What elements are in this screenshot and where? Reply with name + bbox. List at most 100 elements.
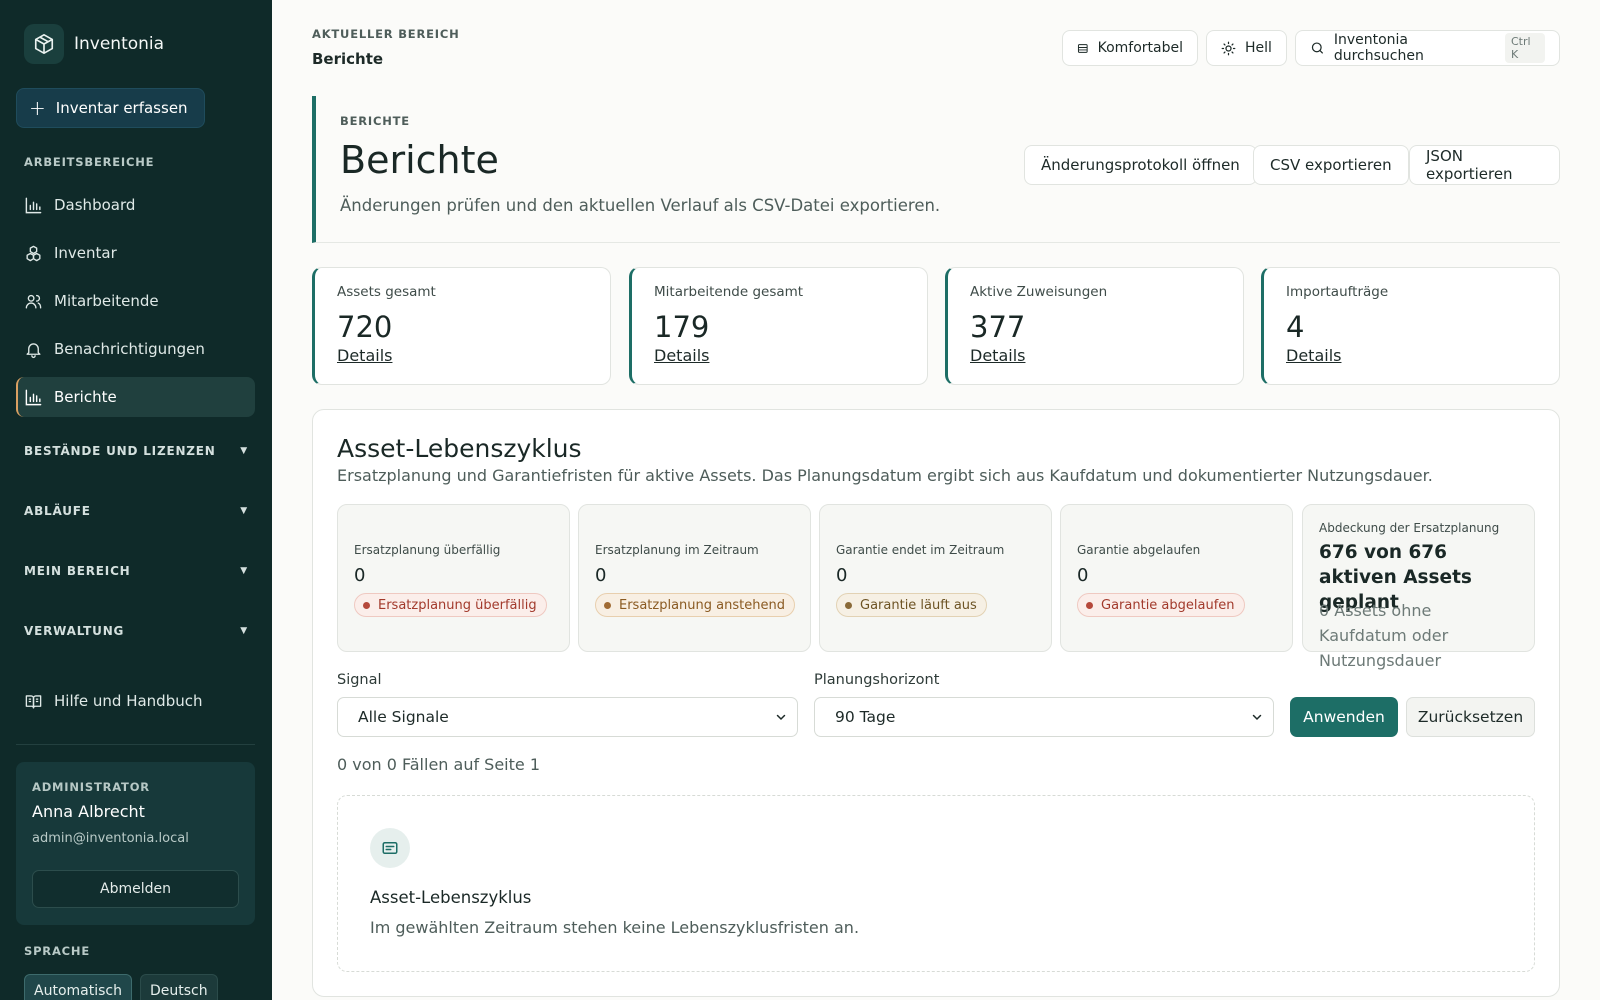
badge-label: Ersatzplanung überfällig [378,597,537,613]
stat-details-link[interactable]: Details [337,346,392,365]
open-changelog-button[interactable]: Änderungsprotokoll öffnen [1024,145,1257,185]
stat-label: Assets gesamt [337,284,436,300]
kpi-value: 0 [354,565,366,586]
group-my-area[interactable]: MEIN BEREICH ▼ [24,564,248,578]
reset-button[interactable]: Zurücksetzen [1406,697,1535,737]
bar-chart-icon [25,197,42,213]
caret-down-icon: ▼ [240,626,248,636]
bell-icon [26,342,41,358]
layout-rows-icon [1077,43,1088,53]
sidebar-item-label: Mitarbeitende [54,292,159,310]
apply-button[interactable]: Anwenden [1290,697,1398,737]
language-german[interactable]: Deutsch [139,974,218,1000]
sidebar-divider [16,744,255,745]
sidebar-item-label: Hilfe und Handbuch [54,692,203,710]
sidebar-item-help[interactable]: Hilfe und Handbuch [16,681,255,721]
empty-state-description: Im gewählten Zeitraum stehen keine Leben… [370,918,860,937]
empty-state: Asset-Lebenszyklus Im gewählten Zeitraum… [337,795,1535,972]
kpi-label: Garantie endet im Zeitraum [836,543,1005,557]
caret-down-icon: ▼ [240,446,248,456]
page-header: BERICHTE Berichte Änderungen prüfen und … [312,96,1560,243]
page-description: Änderungen prüfen und den aktuellen Verl… [340,196,941,215]
language-label: SPRACHE [24,944,90,958]
sidebar-item-inventory[interactable]: Inventar [16,233,255,273]
kpi-value: 0 [836,565,848,586]
kpi-label: Garantie abgelaufen [1077,543,1201,557]
kpi-replacement-in-period: Ersatzplanung im Zeitraum 0 Ersatzplanun… [578,504,811,652]
breadcrumb-label: AKTUELLER BEREICH [312,27,460,41]
stat-label: Aktive Zuweisungen [970,284,1108,300]
sun-icon [1221,41,1236,55]
caret-down-icon: ▼ [240,506,248,516]
stat-label: Importaufträge [1286,284,1389,300]
empty-state-title: Asset-Lebenszyklus [370,888,532,907]
group-stock-licenses[interactable]: BESTÄNDE UND LIZENZEN ▼ [24,444,248,458]
chevron-down-icon [776,714,786,721]
status-badge: Garantie läuft aus [836,593,987,617]
stat-details-link[interactable]: Details [654,346,709,365]
search-label: Inventonia durchsuchen [1333,32,1424,64]
sidebar-item-reports[interactable]: Berichte [16,377,255,417]
signal-select[interactable]: Alle Signale [337,697,798,737]
horizon-label: Planungshorizont [814,672,940,688]
group-label: BESTÄNDE UND LIZENZEN [24,444,216,458]
group-label: ABLÄUFE [24,504,91,518]
stat-value: 179 [654,310,710,344]
stat-card-employees: Mitarbeitende gesamt 179 Details [629,267,928,385]
sidebar-item-label: Dashboard [54,196,136,214]
search-button[interactable]: Inventonia durchsuchen Ctrl K [1295,30,1560,66]
stat-card-assets: Assets gesamt 720 Details [312,267,611,385]
language-auto[interactable]: Automatisch [24,974,132,1000]
theme-button[interactable]: Hell [1206,30,1287,66]
sidebar-item-dashboard[interactable]: Dashboard [16,185,255,225]
badge-label: Ersatzplanung anstehend [619,597,785,613]
group-processes[interactable]: ABLÄUFE ▼ [24,504,248,518]
lifecycle-description: Ersatzplanung und Garantiefristen für ak… [337,466,1433,485]
logout-button[interactable]: Abmelden [32,870,239,908]
language-switcher: Automatisch Deutsch [24,974,218,1000]
sidebar: Inventonia + Inventar erfassen ARBEITSBE… [0,0,272,1000]
kpi-replacement-overdue: Ersatzplanung überfällig 0 Ersatzplanung… [337,504,570,652]
boxes-icon [26,245,41,261]
status-dot-icon [1086,601,1093,609]
status-dot-icon [845,601,852,609]
user-role: ADMINISTRATOR [32,780,150,794]
signal-value: Alle Signale [358,708,449,726]
stat-card-imports: Importaufträge 4 Details [1261,267,1560,385]
kpi-label: Ersatzplanung überfällig [354,543,501,557]
stat-value: 720 [337,310,393,344]
kpi-coverage: Abdeckung der Ersatzplanung 676 von 676 … [1302,504,1535,670]
group-administration[interactable]: VERWALTUNG ▼ [24,624,248,638]
sidebar-item-employees[interactable]: Mitarbeitende [16,281,255,321]
density-button[interactable]: Komfortabel [1062,30,1198,66]
page-section-label: BERICHTE [340,114,410,128]
export-json-button[interactable]: JSON exportieren [1409,145,1560,185]
inbox-icon [370,828,410,868]
stat-details-link[interactable]: Details [1286,346,1341,365]
stat-details-link[interactable]: Details [970,346,1025,365]
kpi-label: Ersatzplanung im Zeitraum [595,543,759,557]
book-icon [25,694,42,709]
app-name: Inventonia [74,34,165,54]
kpi-value: 0 [1077,565,1089,586]
sidebar-item-label: Benachrichtigungen [54,340,205,358]
status-badge: Garantie abgelaufen [1077,593,1245,617]
status-dot-icon [604,601,611,609]
page-title: Berichte [340,138,499,182]
signal-label: Signal [337,672,382,688]
horizon-select[interactable]: 90 Tage [814,697,1274,737]
horizon-value: 90 Tage [835,708,896,726]
plus-icon: + [29,96,46,120]
kpi-warranty-expired: Garantie abgelaufen 0 Garantie abgelaufe… [1060,504,1293,652]
add-inventory-button[interactable]: + Inventar erfassen [16,88,205,128]
kpi-warranty-ending: Garantie endet im Zeitraum 0 Garantie lä… [819,504,1052,652]
density-label: Komfortabel [1097,40,1183,56]
stat-label: Mitarbeitende gesamt [654,284,804,300]
breadcrumb: Berichte [312,50,384,68]
brand[interactable]: Inventonia [24,24,164,64]
group-label: VERWALTUNG [24,624,125,638]
logo-cube-icon [24,24,64,64]
sidebar-item-notifications[interactable]: Benachrichtigungen [16,329,255,369]
export-csv-button[interactable]: CSV exportieren [1253,145,1409,185]
result-count: 0 von 0 Fällen auf Seite 1 [337,755,541,774]
